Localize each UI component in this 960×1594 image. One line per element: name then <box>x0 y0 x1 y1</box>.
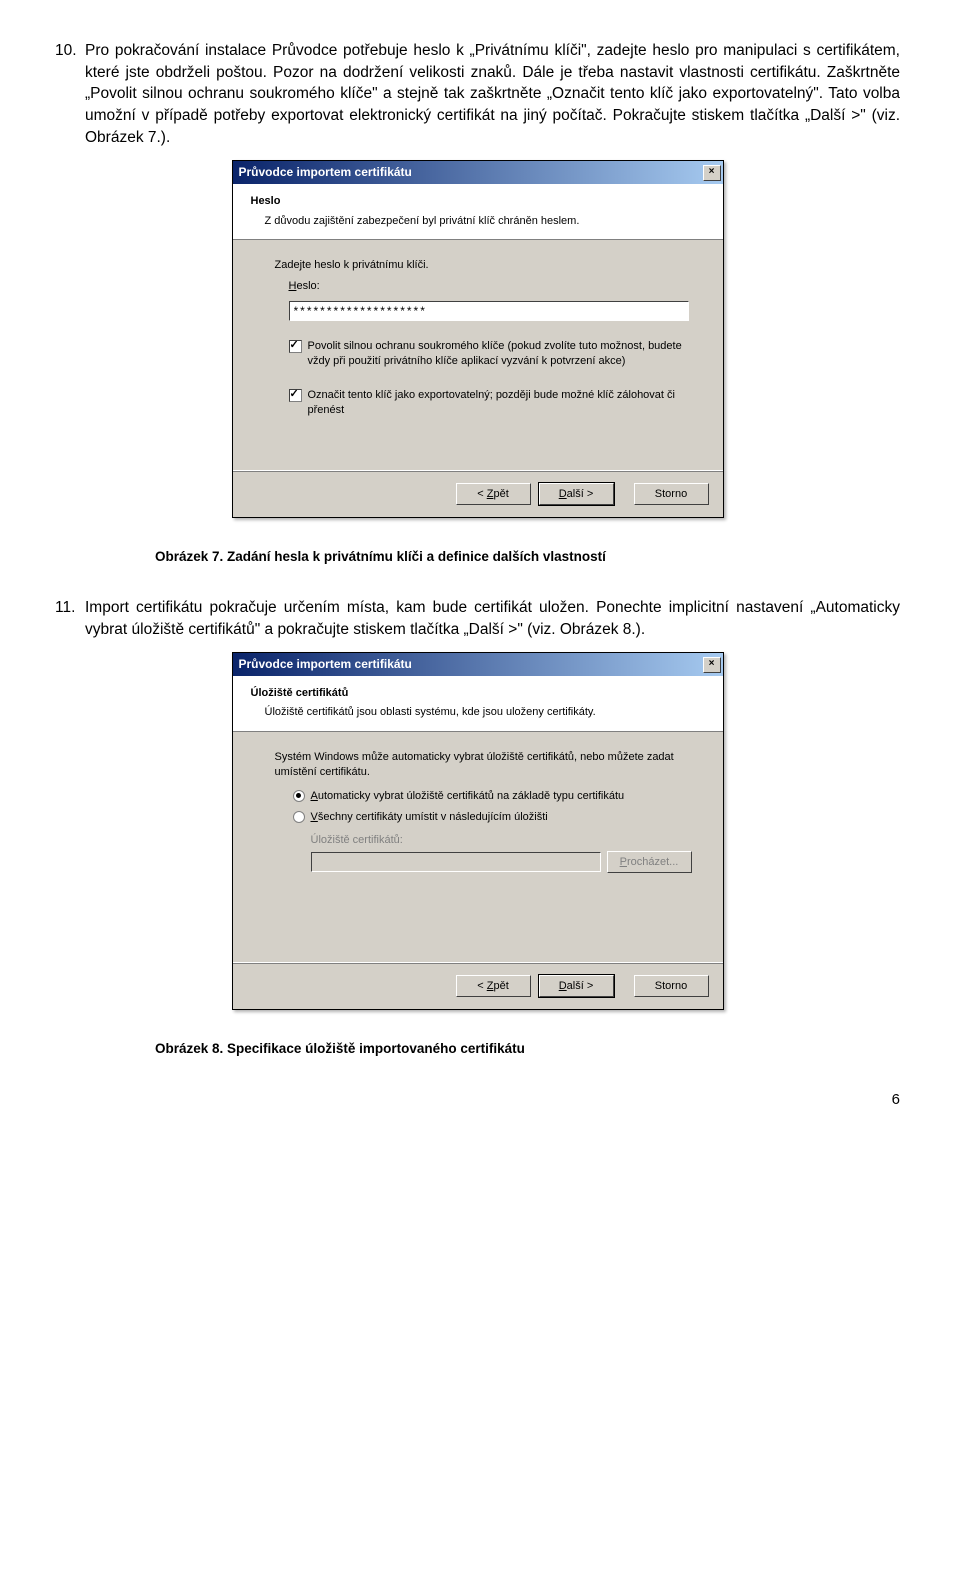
store-path-input <box>311 852 601 872</box>
store-label: Úložiště certifikátů: <box>311 833 693 848</box>
titlebar: Průvodce importem certifikátu × <box>233 653 723 676</box>
figure-caption-8: Obrázek 8. Specifikace úložiště importov… <box>155 1040 900 1059</box>
radio-label: Automaticky vybrat úložiště certifikátů … <box>311 789 625 804</box>
para-number: 11. <box>55 597 85 640</box>
radio-icon <box>293 811 305 823</box>
close-icon[interactable]: × <box>703 657 721 673</box>
page-number: 6 <box>55 1089 900 1110</box>
header-title: Úložiště certifikátů <box>251 686 709 701</box>
close-icon[interactable]: × <box>703 165 721 181</box>
checkbox-label: Povolit silnou ochranu soukromého klíče … <box>308 339 689 370</box>
dialog-store: Průvodce importem certifikátu × Úložiště… <box>232 652 724 1010</box>
wizard-footer: < Zpět Další > Storno <box>233 470 723 517</box>
wizard-header: Úložiště certifikátů Úložiště certifikát… <box>233 676 723 732</box>
password-input[interactable] <box>289 301 689 321</box>
checkbox-strong-protection[interactable]: Povolit silnou ochranu soukromého klíče … <box>289 339 689 370</box>
dialog-password: Průvodce importem certifikátu × Heslo Z … <box>232 160 724 518</box>
figure-caption-7: Obrázek 7. Zadání hesla k privátnímu klí… <box>155 548 900 567</box>
cancel-button[interactable]: Storno <box>634 975 709 997</box>
checkbox-icon <box>289 389 302 402</box>
radio-label: Všechny certifikáty umístit v následujíc… <box>311 810 548 825</box>
para-text: Import certifikátu pokračuje určením mís… <box>85 597 900 640</box>
dialog-title: Průvodce importem certifikátu <box>239 164 412 181</box>
para-number: 10. <box>55 40 85 148</box>
checkbox-icon <box>289 340 302 353</box>
checkbox-label: Označit tento klíč jako exportovatelný; … <box>308 388 689 419</box>
prompt-text: Zadejte heslo k privátnímu klíči. <box>275 258 693 273</box>
radio-icon <box>293 790 305 802</box>
dialog-title: Průvodce importem certifikátu <box>239 656 412 673</box>
radio-place-all[interactable]: Všechny certifikáty umístit v následujíc… <box>293 810 693 825</box>
back-button[interactable]: < Zpět <box>456 483 531 505</box>
password-label: Heslo: <box>289 279 693 294</box>
prompt-text: Systém Windows může automaticky vybrat ú… <box>275 750 693 781</box>
next-button[interactable]: Další > <box>539 483 614 505</box>
wizard-footer: < Zpět Další > Storno <box>233 962 723 1009</box>
titlebar: Průvodce importem certifikátu × <box>233 161 723 184</box>
header-subtitle: Z důvodu zajištění zabezpečení byl privá… <box>251 214 709 229</box>
browse-button: Procházet... <box>607 851 692 873</box>
checkbox-exportable[interactable]: Označit tento klíč jako exportovatelný; … <box>289 388 689 419</box>
header-title: Heslo <box>251 194 709 209</box>
paragraph-10: 10. Pro pokračování instalace Průvodce p… <box>55 40 900 148</box>
paragraph-11: 11. Import certifikátu pokračuje určením… <box>55 597 900 640</box>
cancel-button[interactable]: Storno <box>634 483 709 505</box>
wizard-body: Zadejte heslo k privátnímu klíči. Heslo:… <box>233 240 723 470</box>
header-subtitle: Úložiště certifikátů jsou oblasti systém… <box>251 705 709 720</box>
next-button[interactable]: Další > <box>539 975 614 997</box>
back-button[interactable]: < Zpět <box>456 975 531 997</box>
radio-auto-select[interactable]: Automaticky vybrat úložiště certifikátů … <box>293 789 693 804</box>
wizard-body: Systém Windows může automaticky vybrat ú… <box>233 732 723 962</box>
para-text: Pro pokračování instalace Průvodce potře… <box>85 40 900 148</box>
wizard-header: Heslo Z důvodu zajištění zabezpečení byl… <box>233 184 723 240</box>
